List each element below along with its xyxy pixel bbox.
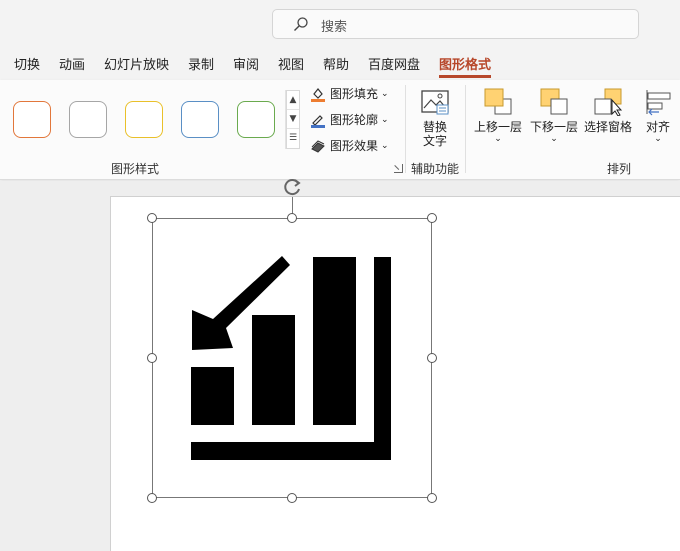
resize-handle-top[interactable] — [287, 213, 297, 223]
tab-transitions[interactable]: 切换 — [14, 54, 40, 73]
bring-forward-label: 上移一层 — [473, 120, 522, 134]
resize-handle-left[interactable] — [147, 353, 157, 363]
shape-style-swatch[interactable] — [69, 101, 107, 138]
send-backward-label: 下移一层 — [529, 120, 578, 134]
send-backward-button[interactable]: 下移一层 ⌄ — [529, 88, 579, 144]
tab-baidu-netdisk[interactable]: 百度网盘 — [368, 54, 420, 73]
bring-forward-icon — [483, 88, 513, 116]
outline-color-bar — [311, 124, 325, 128]
alt-text-label-1: 替换 — [422, 120, 447, 134]
tab-shape-format[interactable]: 图形格式 — [439, 54, 492, 78]
chevron-down-icon: ⌄ — [381, 88, 389, 99]
shape-style-swatch[interactable] — [181, 101, 219, 138]
group-label-arrange: 排列 — [607, 162, 632, 176]
tab-record[interactable]: 录制 — [188, 54, 214, 73]
align-button[interactable]: 对齐 ⌄ — [640, 88, 676, 144]
ribbon-tabs: 切换 动画 幻灯片放映 录制 审阅 视图 帮助 百度网盘 图形格式 — [0, 50, 680, 78]
fill-color-bar — [311, 98, 325, 102]
shape-styles-gallery — [0, 90, 286, 149]
alt-text-label-2: 文字 — [422, 134, 447, 148]
shape-fill-label: 图形填充 — [330, 87, 379, 101]
dialog-launcher-icon[interactable] — [394, 164, 403, 173]
resize-handle-top-left[interactable] — [147, 213, 157, 223]
group-divider — [465, 85, 466, 173]
tab-slideshow[interactable]: 幻灯片放映 — [104, 54, 169, 73]
gallery-down-button[interactable]: ▼ — [287, 110, 299, 129]
alt-text-button[interactable]: 替换 文字 — [418, 88, 452, 148]
shape-fill-button[interactable]: 图形填充 ⌄ — [310, 85, 389, 102]
tab-view[interactable]: 视图 — [278, 54, 304, 73]
bring-forward-color — [484, 88, 504, 107]
shape-outline-label: 图形轮廓 — [330, 113, 379, 127]
gallery-scroll: ▲ ▼ ☰ — [286, 90, 300, 149]
send-backward-icon — [539, 88, 569, 116]
resize-handle-right[interactable] — [427, 353, 437, 363]
rotate-handle-icon[interactable] — [283, 177, 303, 197]
shape-style-swatch[interactable] — [125, 101, 163, 138]
ribbon: ▲ ▼ ☰ 图形填充 ⌄ 图形轮廓 ⌄ 图形效果 ⌄ 图形样式 替换 文字 辅助… — [0, 80, 680, 180]
chevron-down-icon: ⌄ — [550, 134, 558, 144]
pencil-icon — [310, 112, 326, 128]
shape-effects-icon — [310, 138, 326, 154]
bring-forward-button[interactable]: 上移一层 ⌄ — [473, 88, 523, 144]
search-icon — [294, 17, 308, 31]
gallery-up-button[interactable]: ▲ — [287, 91, 299, 110]
resize-handle-bottom-right[interactable] — [427, 493, 437, 503]
resize-handle-bottom-left[interactable] — [147, 493, 157, 503]
resize-handle-bottom[interactable] — [287, 493, 297, 503]
resize-handle-top-right[interactable] — [427, 213, 437, 223]
chevron-down-icon: ⌄ — [381, 140, 389, 151]
title-bar: 搜索 — [0, 0, 680, 48]
shape-effects-button[interactable]: 图形效果 ⌄ — [310, 137, 389, 154]
search-box[interactable]: 搜索 — [272, 9, 639, 39]
selection-pane-label: 选择窗格 — [583, 120, 632, 134]
shape-style-swatch[interactable] — [13, 101, 51, 138]
tab-help[interactable]: 帮助 — [323, 54, 349, 73]
chevron-down-icon: ⌄ — [381, 114, 389, 125]
chevron-down-icon: ⌄ — [494, 134, 502, 144]
selection-pane-button[interactable]: 选择窗格 — [583, 88, 633, 134]
alt-text-icon — [420, 88, 450, 116]
tab-animations[interactable]: 动画 — [59, 54, 85, 73]
shape-selection-frame — [152, 218, 432, 498]
gallery-more-button[interactable]: ☰ — [287, 129, 299, 148]
group-label-accessibility: 辅助功能 — [411, 162, 460, 176]
shape-style-swatch[interactable] — [237, 101, 275, 138]
shape-effects-label: 图形效果 — [330, 139, 379, 153]
paint-bucket-icon — [310, 86, 326, 102]
chevron-down-icon: ⌄ — [654, 134, 662, 144]
tab-review[interactable]: 审阅 — [233, 54, 259, 73]
group-label-shape-styles: 图形样式 — [111, 162, 160, 176]
search-placeholder: 搜索 — [321, 20, 348, 35]
align-label: 对齐 — [645, 120, 670, 134]
selection-pane-icon — [593, 88, 623, 117]
group-divider — [405, 85, 406, 173]
shape-outline-button[interactable]: 图形轮廓 ⌄ — [310, 111, 389, 128]
align-left-icon — [643, 88, 673, 116]
